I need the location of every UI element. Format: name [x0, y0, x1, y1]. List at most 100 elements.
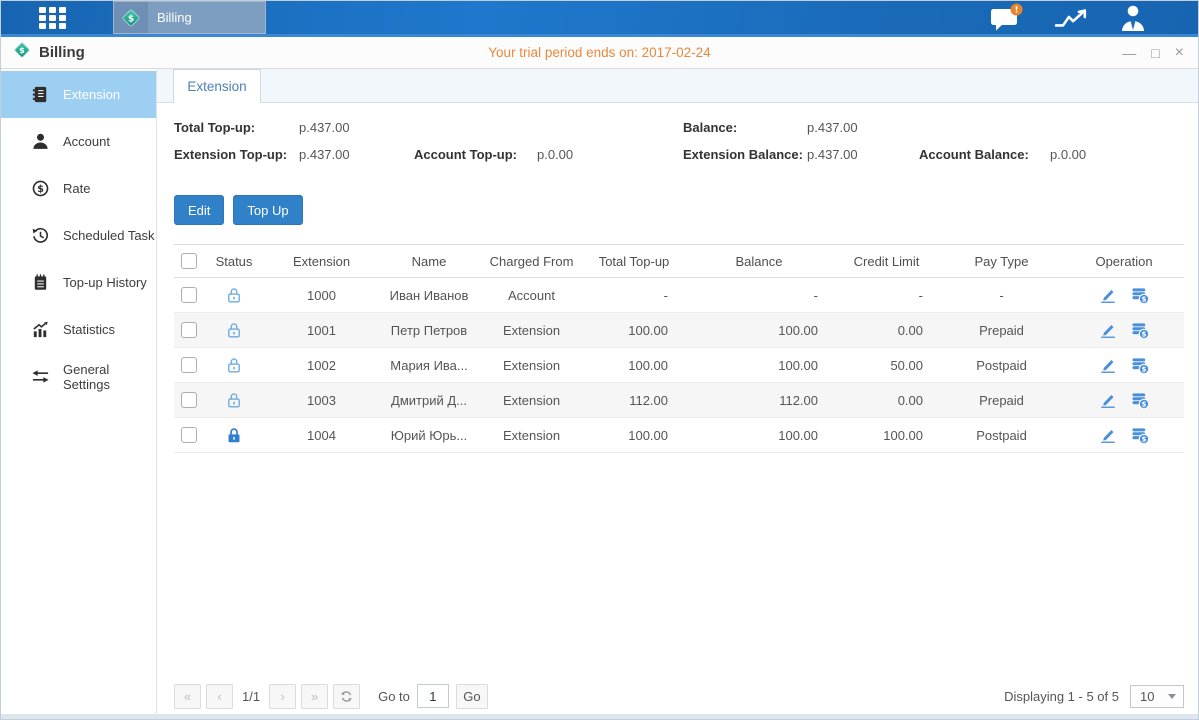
next-page-button[interactable]: ›	[269, 684, 296, 709]
refresh-icon	[339, 689, 354, 704]
top-up-row-icon[interactable]: $	[1131, 321, 1150, 340]
table-row: 1004Юрий Юрь...Extension100.00100.00100.…	[174, 418, 1184, 453]
charged-from-cell: Extension	[479, 383, 584, 418]
edit-row-icon[interactable]	[1099, 286, 1117, 304]
select-all-checkbox[interactable]	[181, 253, 197, 269]
bar-chart-icon	[31, 320, 50, 339]
pay-type-cell: Prepaid	[939, 313, 1064, 348]
row-checkbox[interactable]	[181, 392, 197, 408]
locked-icon	[225, 426, 243, 441]
account-top-up-value: p.0.00	[537, 147, 683, 162]
row-checkbox[interactable]	[181, 357, 197, 373]
edit-row-icon[interactable]	[1099, 426, 1117, 444]
row-checkbox[interactable]	[181, 427, 197, 443]
topbar-tab-label: Billing	[157, 10, 192, 25]
name-cell: Петр Петров	[379, 313, 479, 348]
line-chart-icon[interactable]	[1054, 4, 1088, 32]
close-button[interactable]: ×	[1175, 46, 1184, 60]
pay-type-cell: -	[939, 278, 1064, 313]
window-titlebar: Your trial period ends on: 2017-02-24 $ …	[1, 37, 1198, 69]
table-row: 1003Дмитрий Д...Extension112.00112.000.0…	[174, 383, 1184, 418]
last-page-button[interactable]: »	[301, 684, 328, 709]
edit-row-icon[interactable]	[1099, 321, 1117, 339]
edit-row-icon[interactable]	[1099, 391, 1117, 409]
col-charged-from: Charged From	[479, 245, 584, 278]
sidebar-item-scheduled-task[interactable]: Scheduled Task	[1, 212, 156, 259]
name-cell: Дмитрий Д...	[379, 383, 479, 418]
extension-top-up-value: p.437.00	[299, 147, 414, 162]
sidebar-item-statistics[interactable]: Statistics	[1, 306, 156, 353]
col-operation: Operation	[1064, 245, 1184, 278]
extension-cell: 1003	[264, 383, 379, 418]
dollar-circle-icon: $	[31, 179, 50, 198]
svg-text:$: $	[19, 45, 25, 55]
page-size-select[interactable]: 10	[1130, 685, 1184, 708]
extension-balance-label: Extension Balance:	[683, 147, 807, 162]
sidebar-item-rate[interactable]: $Rate	[1, 165, 156, 212]
billing-diamond-icon: $	[114, 2, 148, 33]
pay-type-cell: Prepaid	[939, 383, 1064, 418]
table-row: 1001Петр ПетровExtension100.00100.000.00…	[174, 313, 1184, 348]
minimize-button[interactable]: —	[1122, 46, 1136, 60]
tab-extension[interactable]: Extension	[173, 69, 261, 103]
sidebar-item-label: Extension	[63, 87, 120, 102]
go-to-page-input[interactable]	[417, 684, 449, 708]
extension-cell: 1004	[264, 418, 379, 453]
notepad-icon	[31, 273, 50, 292]
sidebar-item-label: Top-up History	[63, 275, 147, 290]
total-top-up-cell: 100.00	[584, 418, 684, 453]
unlocked-icon	[225, 356, 243, 371]
top-up-button[interactable]: Top Up	[233, 195, 302, 225]
window-title: Billing	[39, 44, 85, 61]
trial-notice: Your trial period ends on: 2017-02-24	[1, 45, 1198, 60]
topbar-billing-tab[interactable]: $ Billing	[113, 1, 266, 34]
top-up-row-icon[interactable]: $	[1131, 286, 1150, 305]
svg-text:$: $	[1141, 294, 1146, 303]
messages-icon[interactable]: !	[990, 3, 1024, 33]
balance-value: p.437.00	[807, 120, 919, 135]
svg-text:$: $	[37, 184, 44, 195]
col-total-top-up: Total Top-up	[584, 245, 684, 278]
go-to-label: Go to	[378, 689, 410, 704]
extension-table-body: 1000Иван ИвановAccount----$1001Петр Петр…	[174, 278, 1184, 453]
edit-row-icon[interactable]	[1099, 356, 1117, 374]
history-clock-icon	[31, 226, 50, 245]
go-button[interactable]: Go	[456, 684, 488, 709]
account-balance-value: p.0.00	[1050, 147, 1198, 162]
sidebar-item-general-settings[interactable]: General Settings	[1, 353, 156, 400]
row-checkbox[interactable]	[181, 322, 197, 338]
credit-limit-cell: 0.00	[834, 383, 939, 418]
sidebar-item-account[interactable]: Account	[1, 118, 156, 165]
credit-limit-cell: 50.00	[834, 348, 939, 383]
sidebar-item-label: General Settings	[63, 362, 156, 392]
balance-cell: 100.00	[684, 313, 834, 348]
total-top-up-cell: 100.00	[584, 348, 684, 383]
col-balance: Balance	[684, 245, 834, 278]
account-balance-label: Account Balance:	[919, 147, 1050, 162]
user-profile-icon[interactable]	[1118, 4, 1148, 31]
extension-balance-value: p.437.00	[807, 147, 919, 162]
sidebar-item-top-up-history[interactable]: Top-up History	[1, 259, 156, 306]
extension-cell: 1002	[264, 348, 379, 383]
credit-limit-cell: 0.00	[834, 313, 939, 348]
total-top-up-cell: -	[584, 278, 684, 313]
row-checkbox[interactable]	[181, 287, 197, 303]
top-up-row-icon[interactable]: $	[1131, 391, 1150, 410]
sidebar-item-label: Statistics	[63, 322, 115, 337]
maximize-button[interactable]: □	[1151, 46, 1159, 60]
prev-page-button[interactable]: ‹	[206, 684, 233, 709]
top-up-row-icon[interactable]: $	[1131, 356, 1150, 375]
top-up-row-icon[interactable]: $	[1131, 426, 1150, 445]
app-grid-icon[interactable]	[39, 7, 69, 29]
refresh-button[interactable]	[333, 684, 360, 709]
page-size-value: 10	[1140, 689, 1154, 704]
extension-cell: 1001	[264, 313, 379, 348]
pagination-bar: « ‹ 1/1 › » Go to Go	[174, 683, 1184, 709]
sidebar-item-extension[interactable]: Extension	[1, 71, 156, 118]
charged-from-cell: Extension	[479, 313, 584, 348]
page-indicator: 1/1	[242, 689, 260, 704]
first-page-button[interactable]: «	[174, 684, 201, 709]
extension-top-up-label: Extension Top-up:	[174, 147, 299, 162]
total-top-up-cell: 112.00	[584, 383, 684, 418]
edit-button[interactable]: Edit	[174, 195, 224, 225]
